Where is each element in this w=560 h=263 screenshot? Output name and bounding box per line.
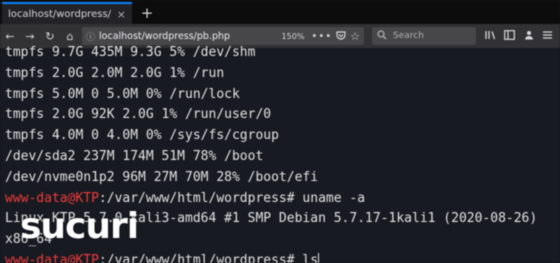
reload-button[interactable]: ↻ — [40, 30, 60, 43]
search-input[interactable]: Search — [393, 31, 424, 41]
close-icon[interactable]: × — [117, 8, 126, 21]
prompt-user: www-data@KTP — [5, 252, 99, 263]
zoom-indicator[interactable]: 150% — [279, 32, 308, 41]
tab-bar: localhost/wordpress/pb.php × + — [0, 0, 560, 24]
url-text[interactable]: localhost/wordpress/pb.php — [99, 31, 275, 42]
tab-title: localhost/wordpress/pb.php — [8, 8, 111, 20]
text-cursor — [318, 253, 320, 263]
page-actions-menu-icon[interactable]: ••• — [311, 31, 332, 42]
back-button[interactable]: ← — [0, 30, 20, 43]
home-button[interactable]: ⌂ — [60, 30, 80, 43]
prompt-user: www-data@KTP — [5, 190, 99, 206]
browser-window: localhost/wordpress/pb.php × + ← → ↻ ⌂ ⓘ… — [0, 0, 560, 263]
prompt-line-active[interactable]: www-data@KTP:/var/www/html/wordpress# ls — [5, 251, 560, 263]
library-icon[interactable] — [484, 30, 497, 43]
pocket-icon[interactable] — [336, 30, 346, 43]
search-icon — [377, 29, 387, 43]
command-text: uname -a — [302, 190, 366, 206]
menu-icon[interactable] — [541, 30, 554, 43]
toolbar-icons — [484, 29, 554, 43]
df-line: tmpfs 2.0G 2.0M 2.0G 1% /run — [5, 65, 225, 81]
sidebar-icon[interactable] — [503, 29, 516, 43]
command-input[interactable]: ls — [302, 253, 318, 263]
df-line: tmpfs 2.0G 92K 2.0G 1% /run/user/0 — [5, 107, 272, 123]
site-info-icon[interactable]: ⓘ — [86, 30, 95, 43]
bookmark-star-icon[interactable]: ☆ — [350, 30, 360, 43]
df-line: tmpfs 5.0M 0 5.0M 0% /run/lock — [5, 86, 240, 102]
prompt-path: :/var/www/html/wordpress# — [98, 190, 303, 206]
prompt-path: :/var/www/html/wordpress# — [98, 252, 303, 263]
tab-active[interactable]: localhost/wordpress/pb.php × — [2, 2, 132, 24]
account-icon[interactable] — [522, 30, 535, 43]
df-line: tmpfs 9.7G 435M 9.3G 5% /dev/shm — [5, 45, 256, 60]
df-line: tmpfs 4.0M 0 4.0M 0% /sys/fs/cgroup — [5, 128, 279, 144]
forward-button[interactable]: → — [20, 30, 40, 43]
sucuri-watermark-logo: sucuri — [20, 206, 139, 247]
df-line: /dev/sda2 237M 174M 51M 78% /boot — [5, 148, 264, 164]
df-line: /dev/nvme0n1p2 96M 27M 70M 28% /boot/efi — [5, 169, 319, 185]
new-tab-button[interactable]: + — [136, 2, 158, 24]
